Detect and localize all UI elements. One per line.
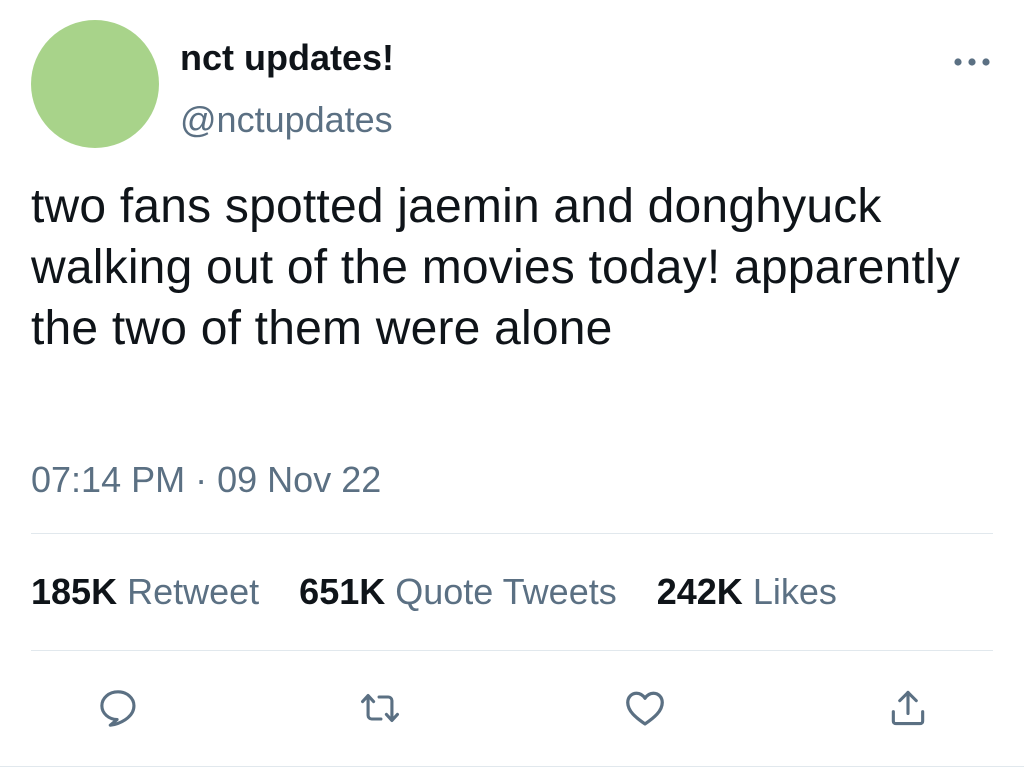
share-icon [886,686,930,730]
display-name[interactable]: nct updates! [180,36,394,80]
tweet-time: 07:14 PM [31,459,186,500]
retweets-label: Retweet [127,571,260,612]
more-icon [952,57,992,67]
tweet-text: two fans spotted jaemin and donghyuck wa… [31,180,961,355]
timestamp-separator: · [195,459,208,500]
retweet-icon [358,686,402,730]
retweet-button[interactable] [356,684,404,732]
retweets-stat[interactable]: 185K Retweet [31,571,269,612]
share-button[interactable] [884,684,932,732]
likes-stat[interactable]: 242K Likes [657,571,837,612]
like-icon [622,685,668,731]
more-options-button[interactable] [950,44,994,80]
retweets-count: 185K [31,571,118,612]
tweet-card: nct updates! @nctupdates two fans spotte… [0,0,1024,784]
likes-label: Likes [752,571,837,612]
quote-tweets-label: Quote Tweets [395,571,617,612]
divider [0,766,1024,767]
quote-tweets-stat[interactable]: 651K Quote Tweets [299,571,627,612]
user-handle[interactable]: @nctupdates [180,98,393,142]
divider [31,650,993,651]
tweet-date: 09 Nov 22 [217,459,382,500]
divider [31,533,993,534]
tweet-stats: 185K Retweet 651K Quote Tweets 242K Like… [31,570,867,614]
like-button[interactable] [621,684,669,732]
reply-icon [96,686,140,730]
quote-tweets-count: 651K [299,571,386,612]
avatar[interactable] [31,20,159,148]
tweet-timestamp[interactable]: 07:14 PM · 09 Nov 22 [31,458,381,502]
reply-button[interactable] [94,684,142,732]
likes-count: 242K [656,571,743,612]
